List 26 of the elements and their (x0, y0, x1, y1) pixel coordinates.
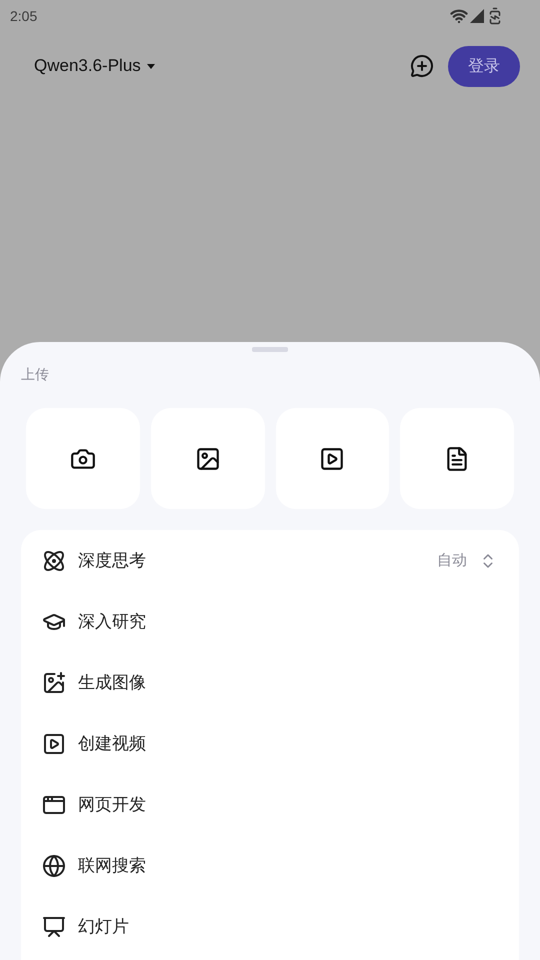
wifi-icon (450, 7, 468, 25)
presentation-icon (42, 914, 66, 938)
upload-button[interactable] (276, 408, 390, 509)
menu-item[interactable]: 生成图像 (78, 671, 497, 694)
menu-item[interactable]: 幻灯片 (78, 915, 497, 938)
image-plus-icon (42, 670, 66, 694)
menu-item[interactable]: 网页开发 (78, 793, 497, 816)
menu-item[interactable]: 联网搜索 (78, 854, 497, 877)
upload-button[interactable] (400, 408, 514, 509)
status-time: 2:05 (10, 8, 38, 24)
signal-icon (470, 9, 484, 23)
play-icon (319, 446, 346, 472)
new-chat-button[interactable] (410, 54, 434, 78)
menu-item[interactable]: 深入研究 (78, 610, 497, 633)
caret-icon (146, 64, 155, 68)
model-selector[interactable]: Qwen3.6-Plus (34, 56, 155, 76)
login-button[interactable]: 登录 (448, 46, 520, 86)
drag-handle[interactable] (252, 347, 288, 352)
section-title: 上传 (21, 366, 50, 384)
atom-icon (42, 548, 66, 572)
image-icon (194, 446, 221, 472)
play-icon (42, 732, 66, 756)
globe-icon (42, 854, 66, 878)
upload-button[interactable] (150, 408, 264, 509)
menu-item[interactable]: 创建视频 (78, 732, 497, 755)
menu-item[interactable]: 深度思考 (78, 549, 425, 572)
